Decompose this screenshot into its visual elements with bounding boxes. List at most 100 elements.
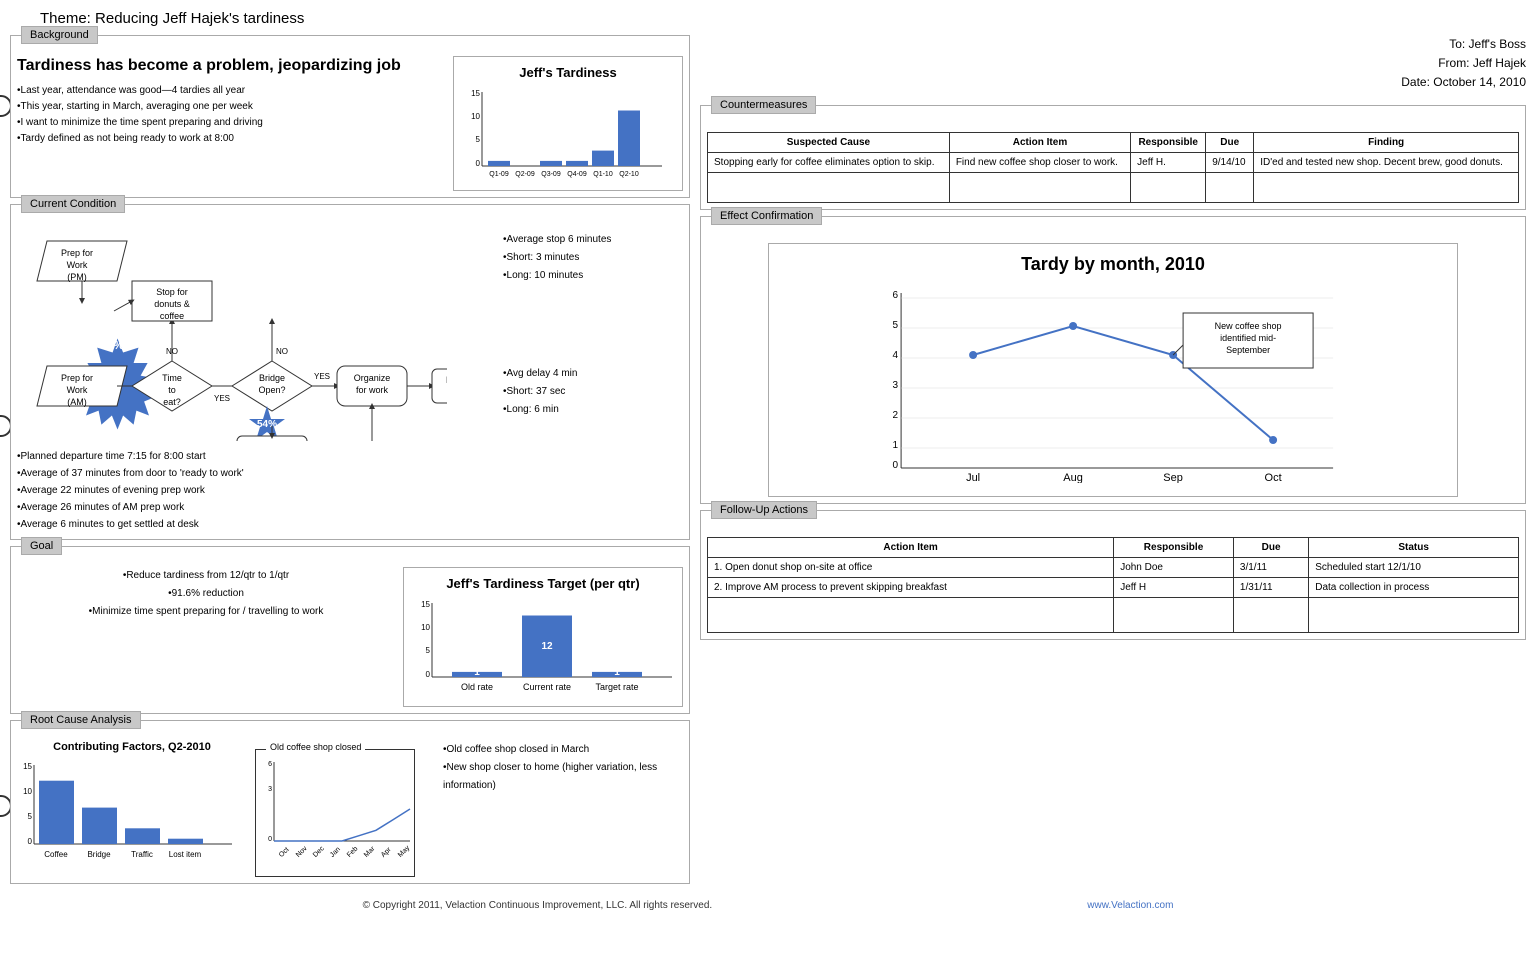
svg-text:Current rate: Current rate [523, 682, 571, 692]
goal-bar-chart-svg: 15 10 5 0 1 12 [412, 595, 682, 695]
svg-text:Jul: Jul [966, 472, 980, 483]
fu-row-1: 2. Improve AM process to prevent skippin… [708, 577, 1519, 597]
svg-text:5: 5 [28, 812, 33, 821]
background-title: Tardiness has become a problem, jeopardi… [17, 56, 445, 77]
svg-text:3: 3 [892, 380, 898, 391]
ec-chart-container: Tardy by month, 2010 6 5 4 3 2 1 0 [768, 243, 1458, 497]
fu-cell-responsible-1: Jeff H [1114, 577, 1234, 597]
follow-up-label: Follow-Up Actions [711, 501, 817, 519]
ec-line-chart-svg: 6 5 4 3 2 1 0 [779, 283, 1447, 483]
fu-col-status: Status [1309, 537, 1519, 557]
tardiness-bar-chart-svg: 15 10 5 0 [462, 84, 672, 179]
svg-text:Q3-09: Q3-09 [541, 171, 561, 178]
effect-confirmation-section: Effect Confirmation Tardy by month, 2010… [700, 216, 1526, 504]
svg-text:Apr: Apr [380, 846, 393, 859]
cc-bottom-bullets: •Planned departure time 7:15 for 8:00 st… [17, 448, 683, 533]
svg-text:1: 1 [474, 667, 480, 678]
svg-text:Prep for: Prep for [61, 248, 93, 258]
svg-text:0: 0 [268, 836, 272, 843]
svg-text:1: 1 [614, 667, 620, 678]
cm-col-finding: Finding [1254, 132, 1519, 152]
fu-cell-action-0: 1. Open donut shop on-site at office [708, 557, 1114, 577]
svg-text:4: 4 [892, 350, 898, 361]
svg-text:Sep: Sep [1163, 472, 1183, 483]
cm-cell-due-0: 9/14/10 [1206, 152, 1254, 172]
svg-text:Target rate: Target rate [595, 682, 638, 692]
cm-cell-action-0: Find new coffee shop closer to work. [949, 152, 1130, 172]
rca-annotation-box: Old coffee shop closed [266, 742, 365, 752]
svg-text:1: 1 [892, 440, 898, 451]
cm-cell-cause-0: Stopping early for coffee eliminates opt… [708, 152, 950, 172]
fu-cell-action-1: 2. Improve AM process to prevent skippin… [708, 577, 1114, 597]
svg-text:0: 0 [426, 670, 431, 679]
fu-col-due: Due [1233, 537, 1308, 557]
svg-text:6: 6 [892, 290, 898, 301]
cm-cell-finding-0: ID'ed and tested new shop. Decent brew, … [1254, 152, 1519, 172]
svg-text:September: September [1226, 345, 1270, 355]
cm-row-empty [708, 172, 1519, 202]
svg-text:Jan: Jan [329, 846, 342, 859]
tardiness-target-chart: Jeff's Tardiness Target (per qtr) 15 10 … [403, 567, 683, 707]
svg-text:Time: Time [162, 373, 182, 383]
rca-bar-title: Contributing Factors, Q2-2010 [17, 741, 247, 753]
svg-text:3: 3 [268, 786, 272, 793]
svg-text:for work: for work [356, 385, 389, 395]
fu-row-empty [708, 597, 1519, 632]
svg-text:Nov: Nov [295, 845, 309, 859]
svg-text:15: 15 [421, 600, 430, 609]
svg-text:12: 12 [541, 641, 553, 652]
fu-col-action: Action Item [708, 537, 1114, 557]
fu-cell-due-1: 1/31/11 [1233, 577, 1308, 597]
fu-col-responsible: Responsible [1114, 537, 1234, 557]
svg-text:Lost item: Lost item [169, 850, 202, 859]
svg-text:10: 10 [471, 112, 480, 121]
flow-right-bullets: •Average stop 6 minutes •Short: 3 minute… [503, 221, 683, 444]
svg-text:Prep for: Prep for [61, 373, 93, 383]
fu-cell-due-0: 3/1/11 [1233, 557, 1308, 577]
footer: © Copyright 2011, Velaction Continuous I… [10, 894, 1526, 917]
svg-text:(PM): (PM) [67, 272, 87, 282]
svg-text:Traffic: Traffic [131, 850, 153, 859]
goal-bullets: •Reduce tardiness from 12/qtr to 1/qtr •… [17, 567, 395, 707]
cm-header-row: Suspected Cause Action Item Responsible … [708, 132, 1519, 152]
background-label: Background [21, 26, 98, 44]
svg-text:Bridge: Bridge [87, 850, 111, 859]
svg-text:0: 0 [892, 460, 898, 471]
svg-text:Q2-09: Q2-09 [515, 171, 535, 178]
svg-text:Work: Work [67, 385, 88, 395]
rca-line-chart-svg: 6 3 0 Oct Nov Dec J [260, 754, 415, 869]
svg-text:Mar: Mar [363, 845, 377, 859]
footer-text: © Copyright 2011, Velaction Continuous I… [363, 900, 713, 911]
svg-text:Jun: Jun [414, 846, 415, 859]
svg-text:10: 10 [421, 623, 430, 632]
svg-text:48%: 48% [100, 338, 124, 352]
jeffs-tardiness-title: Jeff's Tardiness [462, 65, 674, 80]
cm-row-0: Stopping early for coffee eliminates opt… [708, 152, 1519, 172]
footer-link[interactable]: www.Velaction.com [1087, 900, 1173, 911]
cm-col-due: Due [1206, 132, 1254, 152]
svg-text:5: 5 [892, 320, 898, 331]
fu-header-row: Action Item Responsible Due Status [708, 537, 1519, 557]
svg-text:eat?: eat? [163, 397, 181, 407]
svg-text:Q2-10: Q2-10 [619, 171, 639, 178]
background-bullets: •Last year, attendance was good—4 tardie… [17, 83, 445, 147]
follow-up-section: Follow-Up Actions Action Item Responsibl… [700, 510, 1526, 640]
svg-text:Open?: Open? [258, 385, 285, 395]
svg-text:YES: YES [314, 372, 330, 381]
cm-cell-responsible-0: Jeff H. [1131, 152, 1206, 172]
rca-bar-chart-svg: 15 10 5 0 Coffee [17, 757, 237, 867]
fu-cell-responsible-0: John Doe [1114, 557, 1234, 577]
rca-label: Root Cause Analysis [21, 711, 141, 729]
background-section: Background Tardiness has become a proble… [10, 35, 690, 198]
svg-text:2: 2 [892, 410, 898, 421]
svg-text:6: 6 [268, 761, 272, 768]
svg-text:5: 5 [426, 646, 431, 655]
svg-text:Oct: Oct [278, 846, 291, 859]
svg-text:Feb: Feb [346, 845, 360, 859]
svg-text:Aug: Aug [1063, 472, 1083, 483]
ec-chart-title: Tardy by month, 2010 [779, 254, 1447, 275]
fu-row-0: 1. Open donut shop on-site at office Joh… [708, 557, 1519, 577]
svg-text:Q1-10: Q1-10 [593, 171, 613, 178]
svg-text:Coffee: Coffee [44, 850, 68, 859]
svg-text:Q4-09: Q4-09 [567, 171, 587, 178]
